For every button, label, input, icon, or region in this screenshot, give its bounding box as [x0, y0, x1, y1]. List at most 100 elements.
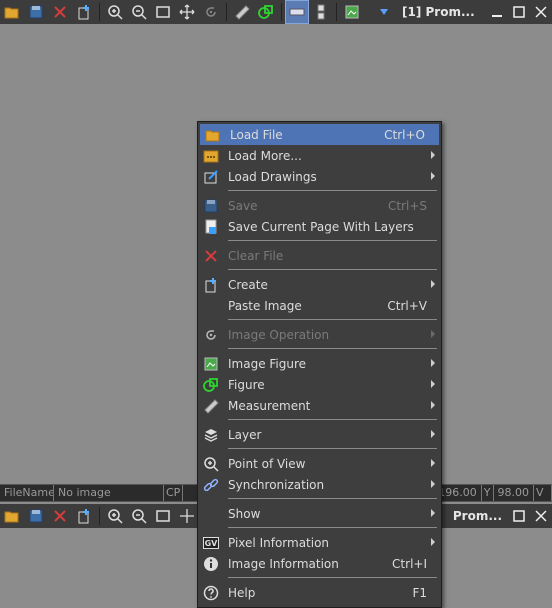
add-page-icon[interactable] — [72, 0, 96, 24]
menu-item-save-current-page[interactable]: Save Current Page With Layers — [198, 216, 441, 237]
menu-item-label: Paste Image — [228, 298, 302, 313]
figure-icon[interactable] — [254, 0, 278, 24]
top-toolbar: [1] Prom... — [0, 0, 552, 24]
menu-divider — [228, 190, 437, 191]
maximize-icon[interactable] — [508, 504, 530, 528]
image-figure-icon[interactable] — [340, 0, 364, 24]
submenu-arrow-icon — [431, 330, 435, 338]
menu-divider — [228, 419, 437, 420]
submenu-arrow-icon — [431, 401, 435, 409]
tab-title[interactable]: [1] Prom... — [402, 5, 475, 19]
close-x-icon[interactable] — [48, 0, 72, 24]
open-folder-icon[interactable] — [0, 0, 24, 24]
close-x-icon[interactable] — [48, 504, 72, 528]
minimize-icon[interactable] — [486, 0, 508, 24]
menu-item-label: Save — [228, 198, 258, 213]
menu-item-pixel-information[interactable]: GV Pixel Information — [198, 532, 441, 553]
cp-label: CP — [164, 485, 184, 501]
file-context-menu: Load File Ctrl+O Load More... Load Drawi… — [197, 121, 442, 608]
layers-icon — [198, 427, 224, 443]
menu-divider — [228, 319, 437, 320]
dual-view-icon[interactable] — [309, 0, 333, 24]
figure-icon — [198, 377, 224, 393]
open-folder-icon[interactable] — [0, 504, 24, 528]
menu-item-image-figure[interactable]: Image Figure — [198, 353, 441, 374]
submenu-arrow-icon — [431, 459, 435, 467]
zoom-in-icon[interactable] — [103, 0, 127, 24]
info-icon — [198, 556, 224, 572]
save-icon[interactable] — [24, 0, 48, 24]
menu-item-show[interactable]: Show — [198, 503, 441, 524]
menu-item-label: Figure — [228, 377, 265, 392]
dropdown-arrow-icon[interactable] — [372, 0, 396, 24]
toolbar-divider — [226, 3, 227, 21]
menu-item-point-of-view[interactable]: Point of View — [198, 453, 441, 474]
ruler-icon[interactable] — [230, 0, 254, 24]
point-of-view-icon — [198, 456, 224, 472]
single-view-icon[interactable] — [285, 0, 309, 24]
menu-item-figure[interactable]: Figure — [198, 374, 441, 395]
save-icon — [198, 198, 224, 214]
menu-item-label: Load Drawings — [228, 169, 317, 184]
menu-item-label: Load More... — [228, 148, 302, 163]
menu-divider — [228, 498, 437, 499]
zoom-out-icon[interactable] — [127, 0, 151, 24]
submenu-arrow-icon — [431, 359, 435, 367]
menu-item-measurement[interactable]: Measurement — [198, 395, 441, 416]
toolbar-divider — [99, 507, 100, 525]
shortcut-label: Ctrl+V — [387, 298, 427, 313]
menu-item-load-more[interactable]: Load More... — [198, 145, 441, 166]
close-icon[interactable] — [530, 504, 552, 528]
filename-label: FileName — [0, 485, 54, 501]
filename-value: No image — [54, 485, 164, 501]
save-icon[interactable] — [24, 504, 48, 528]
y-coordinate-value: 98.00 — [494, 485, 534, 501]
menu-item-label: Layer — [228, 427, 262, 442]
menu-item-save[interactable]: Save Ctrl+S — [198, 195, 441, 216]
menu-item-label: Point of View — [228, 456, 306, 471]
menu-item-clear-file[interactable]: Clear File — [198, 245, 441, 266]
image-figure-icon — [198, 356, 224, 372]
maximize-icon[interactable] — [508, 0, 530, 24]
zoom-in-icon[interactable] — [103, 504, 127, 528]
pan-move-icon[interactable] — [175, 0, 199, 24]
submenu-arrow-icon — [431, 430, 435, 438]
menu-item-image-operation[interactable]: Image Operation — [198, 324, 441, 345]
shortcut-label: F1 — [412, 585, 427, 600]
menu-item-label: Load File — [230, 127, 283, 142]
menu-divider — [228, 269, 437, 270]
save-page-icon — [198, 219, 224, 235]
ruler-icon — [198, 398, 224, 414]
clear-x-icon — [198, 248, 224, 264]
submenu-arrow-icon — [431, 151, 435, 159]
menu-item-layer[interactable]: Layer — [198, 424, 441, 445]
toolbar-divider — [281, 3, 282, 21]
submenu-arrow-icon — [431, 538, 435, 546]
menu-item-label: Help — [228, 585, 256, 600]
menu-item-help[interactable]: Help F1 — [198, 582, 441, 603]
close-icon[interactable] — [530, 0, 552, 24]
pixel-icon-text: GV — [205, 539, 219, 548]
fit-screen-icon[interactable] — [151, 504, 175, 528]
pan-move-icon[interactable] — [175, 504, 199, 528]
shortcut-label: Ctrl+O — [384, 127, 425, 142]
zoom-out-icon[interactable] — [127, 504, 151, 528]
menu-item-label: Image Figure — [228, 356, 307, 371]
add-page-icon[interactable] — [72, 504, 96, 528]
menu-item-load-file[interactable]: Load File Ctrl+O — [200, 124, 439, 145]
submenu-arrow-icon — [431, 380, 435, 388]
menu-item-label: Create — [228, 277, 268, 292]
image-operation-icon — [198, 327, 224, 343]
menu-item-label: Image Operation — [228, 327, 330, 342]
menu-item-create[interactable]: Create — [198, 274, 441, 295]
menu-item-synchronization[interactable]: Synchronization — [198, 474, 441, 495]
fit-screen-icon[interactable] — [151, 0, 175, 24]
menu-item-paste-image[interactable]: Paste Image Ctrl+V — [198, 295, 441, 316]
menu-item-label: Clear File — [228, 248, 284, 263]
menu-item-load-drawings[interactable]: Load Drawings — [198, 166, 441, 187]
rotate-icon[interactable] — [199, 0, 223, 24]
menu-item-image-information[interactable]: Image Information Ctrl+I — [198, 553, 441, 574]
tab-title[interactable]: Prom... — [453, 509, 502, 523]
folder-more-icon — [198, 148, 224, 164]
menu-item-label: Save Current Page With Layers — [228, 219, 414, 234]
